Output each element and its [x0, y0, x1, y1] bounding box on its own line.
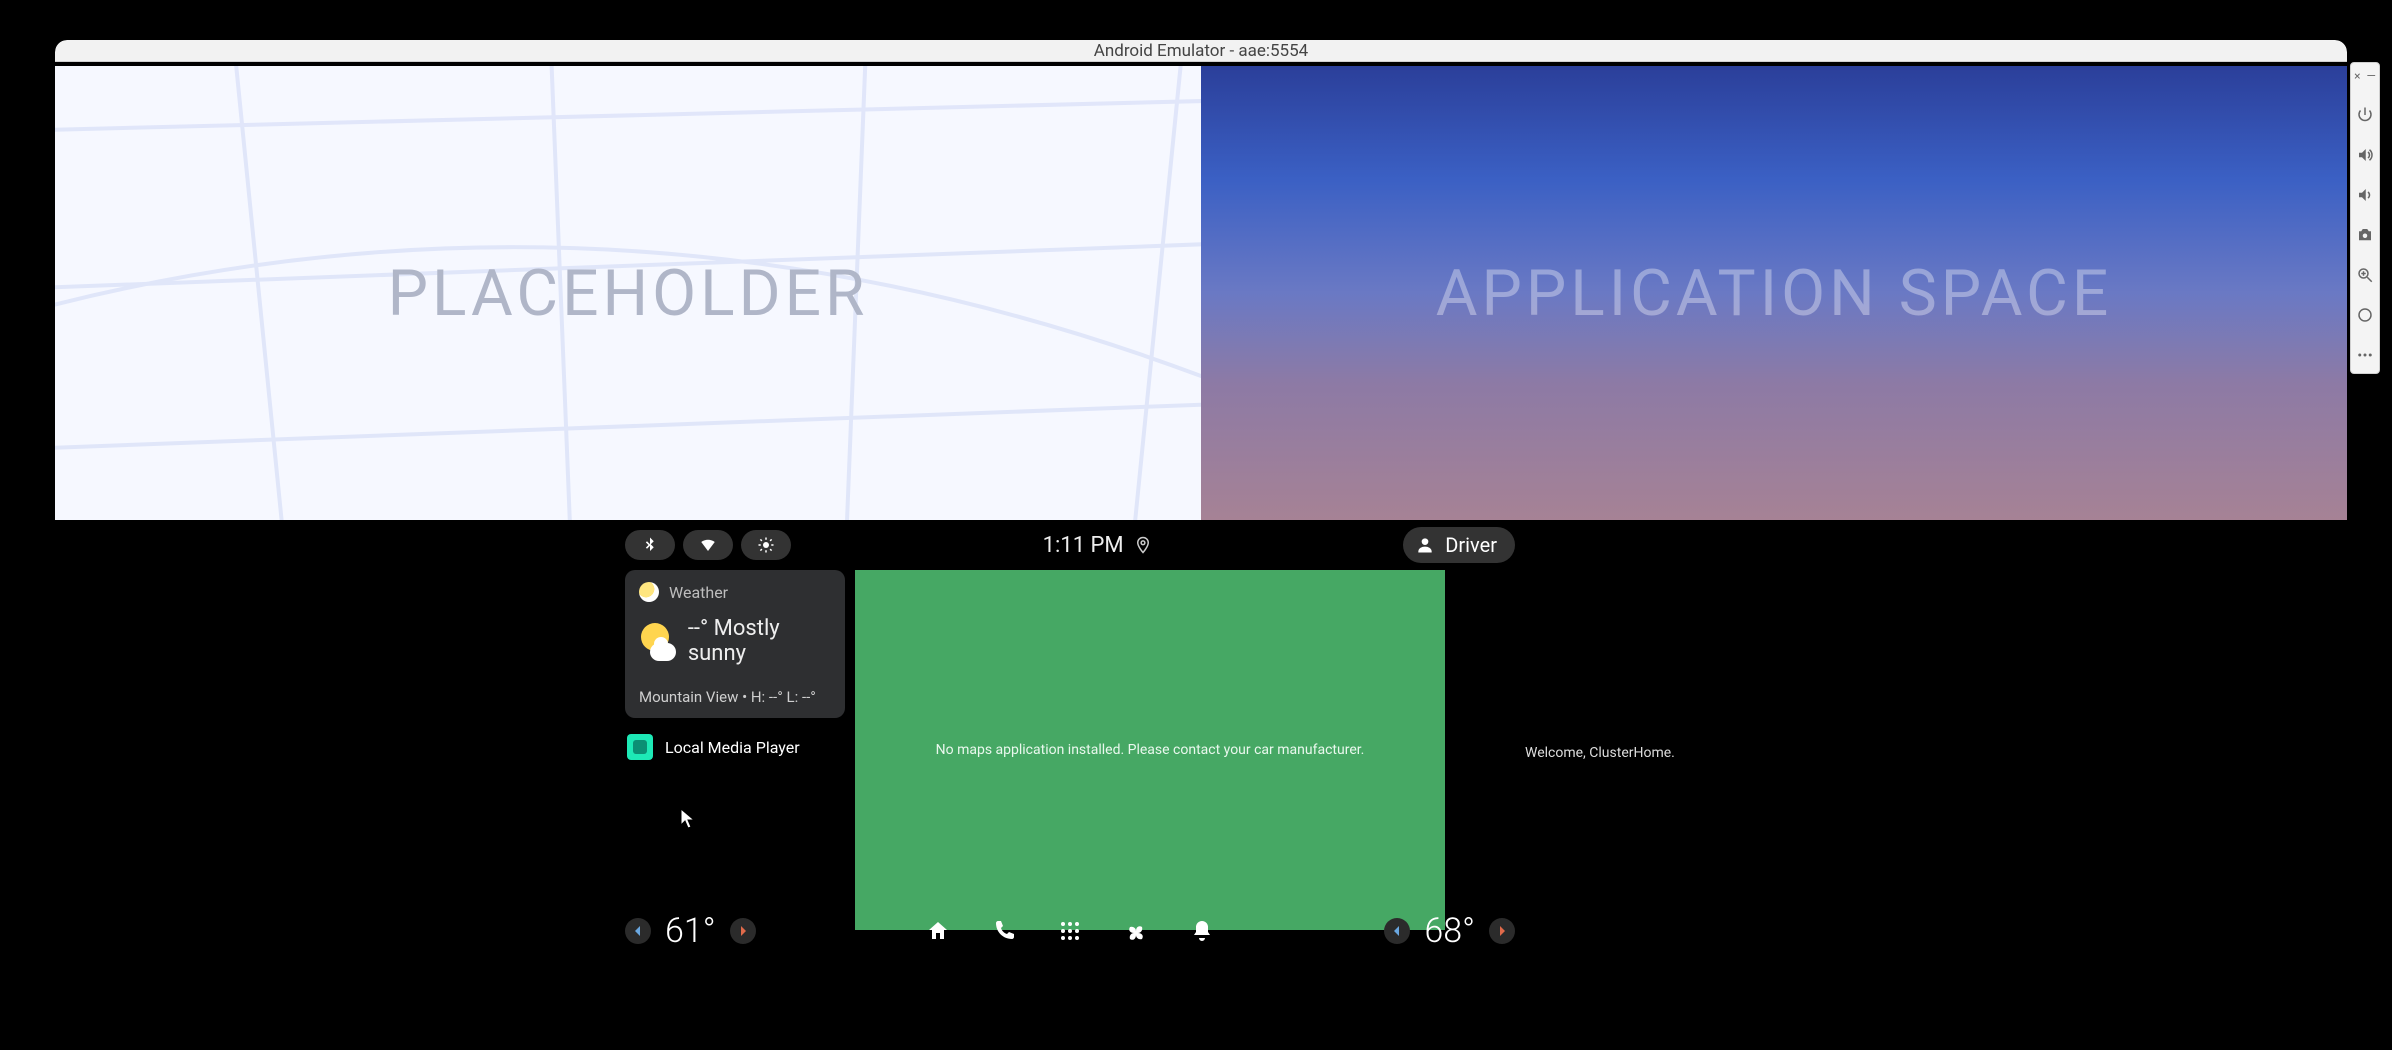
- emulator-volume-down-button[interactable]: [2350, 183, 2380, 207]
- bottom-nav-bar: 61°: [625, 908, 1515, 954]
- fan-icon: [1124, 919, 1148, 943]
- cards-column: Weather --° Mostly sunny Mountain View •…: [625, 570, 845, 930]
- chevron-right-icon: [1497, 926, 1507, 936]
- passenger-temp-down-button[interactable]: [1384, 918, 1410, 944]
- nav-hvac-button[interactable]: [1124, 919, 1148, 943]
- hvac-passenger-temp: 68°: [1384, 911, 1515, 951]
- chevron-right-icon: [738, 926, 748, 936]
- emulator-zoom-button[interactable]: [2350, 263, 2380, 287]
- bluetooth-icon: [641, 536, 659, 554]
- camera-icon: [2356, 226, 2374, 244]
- clock-area[interactable]: 1:11 PM: [1043, 533, 1152, 558]
- window-title: Android Emulator - aae:5554: [1094, 41, 1308, 61]
- application-space-label: APPLICATION SPACE: [1436, 256, 2112, 331]
- emulator-screenshot-button[interactable]: [2350, 223, 2380, 247]
- power-icon: [2356, 106, 2374, 124]
- cluster-welcome-text: Welcome, ClusterHome.: [1525, 745, 1675, 761]
- driver-temp-value: 61°: [665, 911, 716, 951]
- nav-notifications-button[interactable]: [1190, 919, 1214, 943]
- nav-phone-button[interactable]: [992, 919, 1016, 943]
- brightness-icon: [757, 536, 775, 554]
- volume-up-icon: [2356, 146, 2374, 164]
- automotive-system-ui: 1:11 PM Driver: [55, 520, 2347, 960]
- emulator-back-button[interactable]: [2350, 303, 2380, 327]
- clock-text: 1:11 PM: [1043, 533, 1124, 558]
- home-content-row: Weather --° Mostly sunny Mountain View •…: [625, 570, 1515, 930]
- weather-temp-line: --° Mostly sunny: [688, 616, 831, 666]
- nav-home-button[interactable]: [926, 919, 950, 943]
- placeholder-pane: PLACEHOLDER: [55, 66, 1201, 520]
- back-icon: [2356, 306, 2374, 324]
- wifi-toggle[interactable]: [683, 530, 733, 560]
- emulator-close-button[interactable]: ×: [2354, 69, 2360, 83]
- status-bar: 1:11 PM Driver: [625, 520, 1515, 570]
- emulator-titlebar[interactable]: Android Emulator - aae:5554: [55, 40, 2347, 62]
- wifi-icon: [699, 536, 717, 554]
- media-app-icon: [627, 734, 653, 760]
- weather-card[interactable]: Weather --° Mostly sunny Mountain View •…: [625, 570, 845, 718]
- bluetooth-toggle[interactable]: [625, 530, 675, 560]
- media-card-title: Local Media Player: [665, 738, 800, 757]
- location-icon: [1134, 536, 1152, 554]
- weather-card-title: Weather: [669, 583, 728, 602]
- phone-icon: [992, 919, 1016, 943]
- brightness-toggle[interactable]: [741, 530, 791, 560]
- cluster-top-row: PLACEHOLDER APPLICATION SPACE: [55, 66, 2347, 520]
- emulator-more-button[interactable]: [2350, 343, 2380, 367]
- maps-error-message: No maps application installed. Please co…: [936, 742, 1365, 758]
- maps-panel[interactable]: No maps application installed. Please co…: [855, 570, 1445, 930]
- emulator-window: Android Emulator - aae:5554 PLAC: [55, 40, 2347, 960]
- apps-grid-icon: [1058, 919, 1082, 943]
- chevron-left-icon: [633, 926, 643, 936]
- user-profile-label: Driver: [1445, 533, 1497, 557]
- weather-sub-line: Mountain View • H: --° L: --°: [639, 688, 831, 706]
- home-icon: [926, 919, 950, 943]
- chevron-left-icon: [1392, 926, 1402, 936]
- application-space-pane: APPLICATION SPACE: [1201, 66, 2347, 520]
- zoom-in-icon: [2356, 266, 2374, 284]
- placeholder-label: PLACEHOLDER: [388, 256, 869, 331]
- passenger-temp-up-button[interactable]: [1489, 918, 1515, 944]
- driver-temp-up-button[interactable]: [730, 918, 756, 944]
- passenger-temp-value: 68°: [1424, 911, 1475, 951]
- emulator-side-toolbar: × —: [2350, 62, 2380, 374]
- hvac-driver-temp: 61°: [625, 911, 756, 951]
- user-profile-button[interactable]: Driver: [1403, 527, 1515, 563]
- bell-icon: [1190, 919, 1214, 943]
- volume-down-icon: [2356, 186, 2374, 204]
- emulator-minimize-button[interactable]: —: [2367, 69, 2376, 83]
- media-card[interactable]: Local Media Player: [625, 732, 845, 762]
- more-horizontal-icon: [2356, 346, 2374, 364]
- driver-temp-down-button[interactable]: [625, 918, 651, 944]
- person-icon: [1415, 535, 1435, 555]
- weather-large-icon: [639, 621, 676, 661]
- weather-small-icon: [639, 582, 659, 602]
- emulator-power-button[interactable]: [2350, 103, 2380, 127]
- nav-apps-button[interactable]: [1058, 919, 1082, 943]
- emulator-volume-up-button[interactable]: [2350, 143, 2380, 167]
